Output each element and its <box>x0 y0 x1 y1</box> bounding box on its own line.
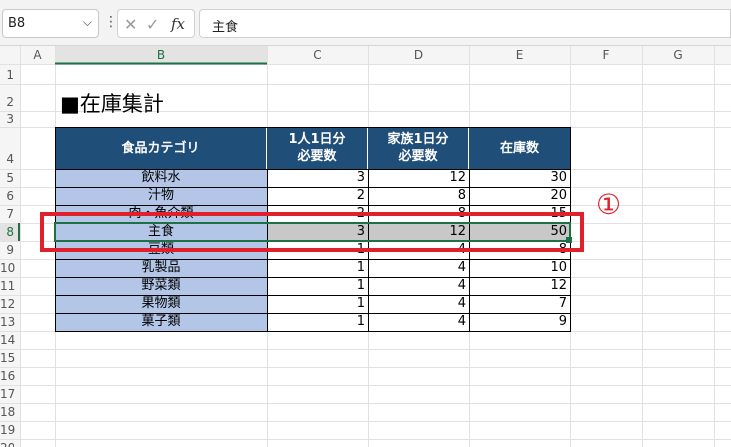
row-header-1[interactable]: 1 <box>0 66 14 84</box>
header-per-person[interactable]: 1人1日分 必要数 <box>267 127 368 169</box>
stock-cell[interactable]: 30 <box>469 169 570 187</box>
stock-cell[interactable]: 8 <box>469 241 570 259</box>
row-header-3[interactable]: 3 <box>0 111 14 127</box>
per-person-cell[interactable]: 2 <box>267 205 368 223</box>
row-header-17[interactable]: 17 <box>0 385 15 403</box>
stock-cell[interactable]: 20 <box>469 187 570 205</box>
category-cell[interactable]: 汁物 <box>55 187 267 205</box>
name-box-value: B8 <box>8 16 26 31</box>
row-header-12[interactable]: 12 <box>0 295 15 313</box>
enter-icon[interactable]: ✓ <box>146 15 159 34</box>
row-header-18[interactable]: 18 <box>0 403 15 421</box>
per-person-cell[interactable]: 1 <box>267 241 368 259</box>
spreadsheet-grid[interactable]: A B C D E F G 1 2 3 4 5 6 7 8 9 10 11 12… <box>0 46 731 447</box>
row-header-4[interactable]: 4 <box>0 127 14 169</box>
more-options-icon[interactable]: ⋮ <box>104 14 118 30</box>
row-header-11[interactable]: 11 <box>0 277 15 295</box>
header-stock[interactable]: 在庫数 <box>469 127 570 169</box>
row-header-5[interactable]: 5 <box>0 169 14 187</box>
per-person-cell[interactable]: 3 <box>267 169 368 187</box>
row-header-19[interactable]: 19 <box>0 421 15 439</box>
row-header-8[interactable]: 8 <box>0 223 14 241</box>
column-header-a[interactable]: A <box>20 46 55 64</box>
family-cell[interactable]: 4 <box>368 313 469 331</box>
category-cell[interactable]: 肉・魚介類 <box>55 205 267 223</box>
family-cell[interactable]: 4 <box>368 259 469 277</box>
family-cell[interactable]: 8 <box>368 187 469 205</box>
row-header-14[interactable]: 14 <box>0 331 15 349</box>
category-cell[interactable]: 野菜類 <box>55 277 267 295</box>
header-family[interactable]: 家族1日分 必要数 <box>368 127 469 169</box>
category-cell[interactable]: 飲料水 <box>55 169 267 187</box>
header-stock-label: 在庫数 <box>499 140 539 156</box>
column-header-f[interactable]: F <box>570 46 642 64</box>
per-person-cell[interactable]: 1 <box>267 259 368 277</box>
insert-function-icon[interactable]: fx <box>171 15 185 33</box>
row-header-15[interactable]: 15 <box>0 349 15 367</box>
column-header-d[interactable]: D <box>368 46 469 64</box>
stock-cell[interactable]: 7 <box>469 295 570 313</box>
family-cell[interactable]: 12 <box>368 169 469 187</box>
header-category-label: 食品カテゴリ <box>121 140 200 156</box>
per-person-cell[interactable]: 3 <box>267 223 368 241</box>
family-cell[interactable]: 4 <box>368 277 469 295</box>
per-person-cell[interactable]: 1 <box>267 295 368 313</box>
header-per-person-line1: 1人1日分 <box>288 132 346 147</box>
annotation-number: ① <box>596 188 622 221</box>
stock-cell[interactable]: 50 <box>469 223 570 241</box>
header-family-line1: 家族1日分 <box>387 132 449 147</box>
stock-cell[interactable]: 10 <box>469 259 570 277</box>
header-per-person-line2: 必要数 <box>297 149 337 164</box>
family-cell[interactable]: 4 <box>368 295 469 313</box>
per-person-cell[interactable]: 1 <box>267 277 368 295</box>
header-category[interactable]: 食品カテゴリ <box>55 127 267 169</box>
formula-value: 主食 <box>212 20 239 35</box>
formula-input[interactable]: 主食 <box>199 9 731 38</box>
chevron-down-icon[interactable]: ⌵ <box>83 15 92 30</box>
stock-cell[interactable]: 15 <box>469 205 570 223</box>
header-family-line2: 必要数 <box>398 149 438 164</box>
row-header-6[interactable]: 6 <box>0 187 14 205</box>
family-cell[interactable]: 12 <box>368 223 469 241</box>
category-cell[interactable]: 果物類 <box>55 295 267 313</box>
row-header-16[interactable]: 16 <box>0 367 15 385</box>
cancel-icon[interactable]: ✕ <box>124 15 137 34</box>
name-box[interactable]: B8 ⌵ <box>2 9 99 38</box>
family-cell[interactable]: 8 <box>368 205 469 223</box>
row-header-9[interactable]: 9 <box>0 241 14 259</box>
per-person-cell[interactable]: 1 <box>267 313 368 331</box>
row-header-2[interactable]: 2 <box>0 84 14 111</box>
category-cell[interactable]: 乳製品 <box>55 259 267 277</box>
row-header-10[interactable]: 10 <box>0 259 15 277</box>
stock-cell[interactable]: 9 <box>469 313 570 331</box>
column-header-c[interactable]: C <box>267 46 368 64</box>
family-cell[interactable]: 4 <box>368 241 469 259</box>
sheet-title[interactable]: ■在庫集計 <box>60 88 164 118</box>
category-cell[interactable]: 豆類 <box>55 241 267 259</box>
column-header-b[interactable]: B <box>55 46 267 64</box>
row-header-13[interactable]: 13 <box>0 313 15 331</box>
formula-bar: B8 ⌵ ⋮ ✕ ✓ fx 主食 <box>0 0 731 46</box>
formula-tools: ✕ ✓ fx <box>117 9 195 38</box>
row-header-7[interactable]: 7 <box>0 205 14 223</box>
category-cell[interactable]: 菓子類 <box>55 313 267 331</box>
column-header-g[interactable]: G <box>642 46 714 64</box>
category-cell[interactable]: 主食 <box>55 223 267 241</box>
row-header-20[interactable]: 20 <box>0 439 14 447</box>
stock-cell[interactable]: 12 <box>469 277 570 295</box>
column-header-e[interactable]: E <box>469 46 570 64</box>
per-person-cell[interactable]: 2 <box>267 187 368 205</box>
